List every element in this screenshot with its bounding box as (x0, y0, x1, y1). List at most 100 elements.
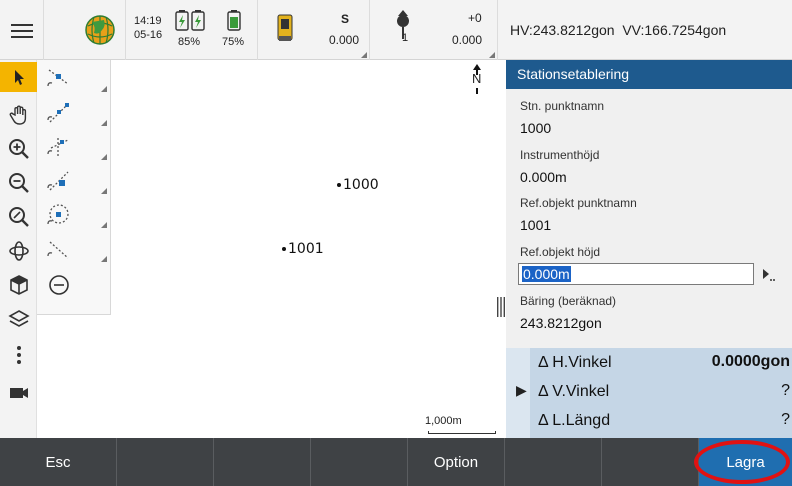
zoom-out-tool[interactable] (3, 168, 34, 198)
zoom-extents-tool[interactable] (3, 202, 34, 232)
target-height: +0 (468, 11, 482, 25)
row-pointer-icon: ▶ (516, 382, 527, 398)
layers-tool[interactable] (3, 304, 34, 334)
station-name-value[interactable]: 1000 (520, 120, 551, 136)
time-battery-group[interactable]: 14:19 05-16 85% 75% (126, 0, 258, 60)
polyline-select-icon (47, 103, 69, 123)
total-station-icon (277, 14, 293, 41)
bearing-value: 243.8212gon (520, 315, 602, 331)
minus-circle-icon (49, 275, 69, 295)
point-label: 1001 (288, 241, 324, 257)
scale-bar (428, 431, 496, 434)
video-tool[interactable] (3, 378, 34, 408)
zoom-in-icon (8, 139, 29, 159)
points-select-icon (47, 138, 69, 156)
option-button[interactable]: Option (408, 438, 505, 486)
corridor-select-icon (47, 241, 69, 259)
segment-select-icon (47, 171, 69, 191)
more-tool[interactable] (3, 340, 34, 370)
delta-readout: Δ H.Vinkel 0.0000gon ▶ Δ V.Vinkel ? Δ L.… (506, 348, 792, 438)
selection-toolbar (37, 60, 111, 315)
panel-splitter-icon[interactable] (496, 297, 506, 317)
delta-row[interactable]: Δ L.Längd ? (506, 408, 792, 436)
station-name-label: Stn. punktnamn (520, 99, 605, 113)
north-label: N (472, 71, 482, 86)
delta-name: Δ H.Vinkel (538, 354, 612, 371)
select-points-tool[interactable] (37, 130, 111, 164)
softkey-4[interactable] (311, 438, 408, 486)
delta-value: ? (781, 411, 790, 428)
ref-object-height-input[interactable]: 0.000m (518, 263, 754, 285)
map-point[interactable]: 1001 (282, 241, 324, 257)
scale-label: 1,000m (425, 415, 462, 427)
softkey-bar: Esc Option Lagra (0, 438, 792, 486)
battery1-percent: 85% (178, 36, 201, 48)
instrument-status[interactable]: S 0.000 (258, 0, 370, 60)
globe-icon (85, 15, 115, 45)
angle-values: HV:243.8212gon VV:166.7254gon (510, 22, 727, 38)
instrument-label: S (341, 12, 350, 26)
esc-button[interactable]: Esc (0, 438, 117, 486)
panel-title: Stationsetablering (506, 60, 792, 89)
map-toolbar (0, 60, 37, 438)
point-label: 1000 (343, 177, 379, 193)
map-view[interactable]: N 1000 1001 1,000m (0, 60, 505, 438)
layers-icon (7, 310, 30, 327)
delta-row[interactable]: Δ H.Vinkel 0.0000gon (506, 350, 792, 378)
select-segment-tool[interactable] (37, 164, 111, 198)
play-dots-icon (763, 269, 775, 281)
ref-object-name-value[interactable]: 1001 (520, 217, 551, 233)
instrument-value: 0.000 (329, 33, 360, 47)
line-select-icon (47, 69, 69, 87)
delta-row[interactable]: ▶ Δ V.Vinkel ? (506, 379, 792, 407)
delta-name: Δ L.Längd (538, 412, 611, 429)
view-3d-tool[interactable] (3, 270, 34, 300)
delta-value: ? (781, 382, 790, 399)
menu-button[interactable] (0, 0, 44, 60)
clock-time: 14:19 (134, 15, 162, 27)
softkey-2[interactable] (117, 438, 214, 486)
select-area-tool[interactable] (37, 198, 111, 232)
delta-name: Δ V.Vinkel (538, 383, 610, 400)
instrument-height-value[interactable]: 0.000m (520, 169, 567, 185)
target-value: 0.000 (452, 33, 483, 47)
video-camera-icon (9, 388, 28, 398)
softkey-7[interactable] (602, 438, 699, 486)
deselect-tool[interactable] (37, 268, 111, 302)
cube-icon (9, 275, 28, 295)
bearing-label: Bäring (beräknad) (520, 294, 617, 308)
battery-icon (227, 10, 241, 31)
ref-object-height-value: 0.000m (522, 266, 571, 282)
target-number: 1 (402, 32, 409, 44)
pointer-arrow-icon (14, 70, 24, 85)
hamburger-icon (11, 24, 33, 38)
select-corridor-tool[interactable] (37, 232, 111, 266)
ref-object-height-label: Ref.objekt höjd (520, 245, 601, 259)
pan-tool[interactable] (3, 100, 34, 130)
station-setup-panel: Stationsetablering Stn. punktnamn 1000 I… (506, 60, 792, 348)
zoom-extents-icon (8, 207, 29, 227)
ref-object-name-label: Ref.objekt punktnamn (520, 196, 637, 210)
map-point[interactable]: 1000 (337, 177, 379, 193)
orbit-tool[interactable] (3, 236, 34, 266)
orbit-icon (8, 241, 29, 261)
dual-battery-icon (175, 10, 205, 31)
select-tool[interactable] (0, 62, 37, 92)
more-vertical-icon (16, 346, 21, 364)
ref-height-options-button[interactable] (758, 263, 778, 285)
instrument-height-label: Instrumenthöjd (520, 148, 600, 162)
globe-button[interactable] (44, 0, 126, 60)
save-button[interactable]: Lagra (699, 438, 792, 486)
hand-icon (9, 105, 26, 125)
softkey-6[interactable] (505, 438, 602, 486)
softkey-3[interactable] (214, 438, 311, 486)
select-line-tool[interactable] (37, 62, 111, 96)
battery2-percent: 75% (222, 36, 245, 48)
clock-date: 05-16 (134, 29, 163, 41)
status-bar: 14:19 05-16 85% 75% S 0.000 1 +0 0.000 H… (0, 0, 792, 60)
select-polyline-tool[interactable] (37, 96, 111, 130)
target-status[interactable]: 1 +0 0.000 (370, 0, 498, 60)
angle-readout[interactable]: HV:243.8212gon VV:166.7254gon (498, 0, 792, 60)
zoom-out-icon (8, 173, 29, 193)
zoom-in-tool[interactable] (3, 134, 34, 164)
